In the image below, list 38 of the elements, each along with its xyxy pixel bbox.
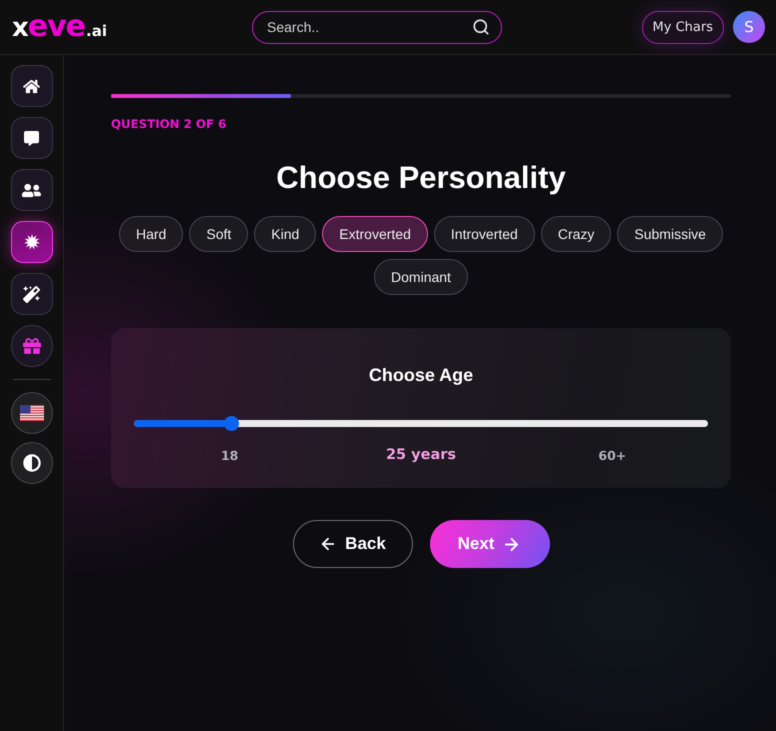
language-button[interactable] — [10, 392, 52, 434]
generate-button[interactable] — [10, 221, 52, 263]
min-age-label: 18 — [220, 447, 238, 464]
age-value: 25 years — [386, 447, 456, 464]
create-button[interactable] — [10, 273, 52, 315]
personality-option[interactable]: Kind — [254, 216, 316, 252]
search-field[interactable]: Search.. — [252, 10, 502, 44]
personality-option[interactable]: Soft — [189, 216, 248, 252]
personality-option[interactable]: Introverted — [434, 216, 535, 252]
contrast-icon — [22, 454, 40, 472]
card-title: Choose Age — [368, 364, 474, 387]
personality-option[interactable]: Dominant — [374, 259, 468, 295]
back-button[interactable]: Back — [292, 520, 412, 568]
age-slider[interactable] — [134, 416, 708, 431]
magic-wand-icon — [23, 286, 40, 302]
chats-button[interactable] — [10, 117, 52, 159]
max-age-label: 60+ — [598, 447, 626, 464]
gift-button[interactable] — [10, 325, 52, 367]
personality-option[interactable]: Crazy — [540, 216, 612, 252]
my-chars-button[interactable]: My Chars — [642, 10, 724, 44]
slider-thumb[interactable] — [224, 416, 240, 431]
step-label: QUESTION 2 OF 6 — [111, 116, 226, 132]
theme-toggle-button[interactable] — [10, 442, 52, 484]
gift-icon — [22, 337, 40, 355]
flag-icon — [20, 405, 44, 421]
logo[interactable]: xeve.ai — [12, 12, 107, 42]
starburst-icon — [24, 234, 40, 250]
characters-button[interactable] — [10, 169, 52, 211]
home-icon — [23, 78, 40, 94]
chat-bubble-icon — [24, 130, 39, 146]
next-button[interactable]: Next — [430, 520, 550, 568]
home-button[interactable] — [10, 65, 52, 107]
personality-option[interactable]: Extroverted — [322, 216, 428, 252]
personality-option[interactable]: Hard — [119, 216, 184, 252]
search-icon[interactable] — [472, 18, 490, 36]
page-title: Choose Personality — [276, 160, 566, 196]
avatar[interactable]: S — [733, 11, 765, 43]
personality-option[interactable]: Submissive — [617, 216, 723, 252]
